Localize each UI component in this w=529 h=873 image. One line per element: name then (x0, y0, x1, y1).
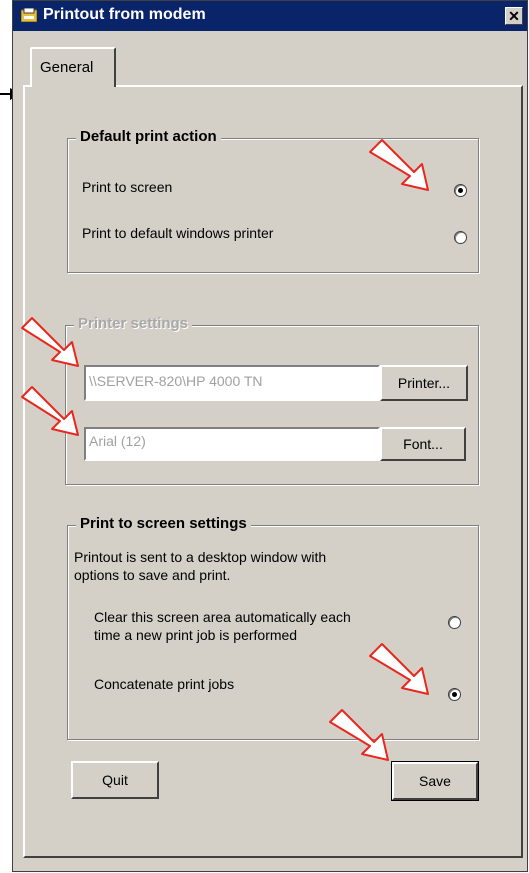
tab-panel-general: Default print action Print to screen Pri… (23, 85, 523, 858)
save-button[interactable]: Save (391, 761, 479, 801)
quit-button[interactable]: Quit (71, 761, 159, 799)
concatenate-radio[interactable] (448, 688, 461, 701)
annotation-arrow-icon (369, 139, 429, 191)
close-icon: ✕ (508, 8, 520, 24)
annotation-arrow-icon (21, 317, 79, 367)
print-to-screen-radio[interactable] (454, 184, 467, 197)
screen-settings-description: Printout is sent to a desktop window wit… (74, 549, 327, 583)
printer-settings-legend: Printer settings (74, 315, 193, 332)
font-button[interactable]: Font... (380, 427, 466, 461)
print-to-screen-settings-group: Print to screen settings Printout is sen… (67, 515, 479, 740)
clear-screen-label: Clear this screen area automatically eac… (94, 609, 351, 643)
title-bar: Printout from modem ✕ (13, 1, 527, 31)
printer-settings-group: Printer settings \\SERVER-820\HP 4000 TN… (65, 315, 479, 485)
print-to-screen-settings-legend: Print to screen settings (76, 515, 251, 532)
annotation-arrow-icon (21, 386, 79, 436)
printer-name-field[interactable]: \\SERVER-820\HP 4000 TN (84, 365, 380, 401)
printer-button[interactable]: Printer... (380, 365, 468, 401)
window-title: Printout from modem (43, 6, 206, 23)
print-to-screen-label: Print to screen (82, 179, 173, 195)
annotation-arrow-icon (329, 709, 389, 761)
print-to-printer-label: Print to default windows printer (82, 225, 274, 241)
tab-general-label: General (40, 59, 94, 76)
font-field[interactable]: Arial (12) (84, 427, 380, 461)
clear-screen-radio[interactable] (448, 616, 461, 629)
close-button[interactable]: ✕ (505, 7, 523, 25)
app-icon (21, 8, 37, 22)
default-print-action-legend: Default print action (76, 128, 221, 145)
tab-general[interactable]: General (30, 47, 116, 87)
concatenate-label: Concatenate print jobs (94, 676, 235, 692)
print-to-printer-radio[interactable] (454, 231, 467, 244)
annotation-arrow-icon (369, 643, 429, 695)
dialog-window: Printout from modem ✕ General Default pr… (12, 0, 528, 872)
